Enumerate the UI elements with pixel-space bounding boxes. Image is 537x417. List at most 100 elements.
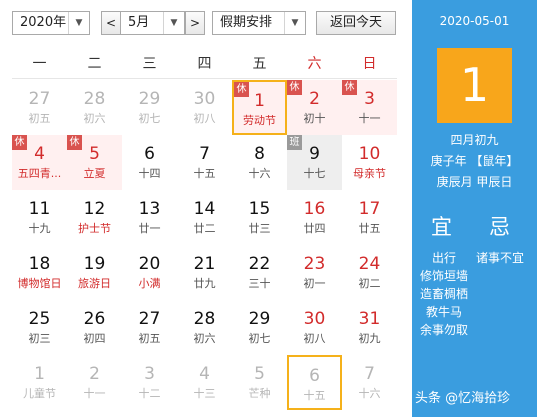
day-number: 19 bbox=[83, 254, 106, 274]
lunar-label: 芒种 bbox=[248, 387, 271, 400]
day-cell[interactable]: 10 母亲节 bbox=[342, 135, 397, 190]
lunar-label: 三十 bbox=[248, 277, 271, 290]
day-cell[interactable]: 18 博物馆日 bbox=[12, 245, 67, 300]
year-select[interactable]: 2020年 ▼ bbox=[12, 11, 90, 35]
day-number: 24 bbox=[358, 254, 381, 274]
lunar-label: 劳动节 bbox=[243, 114, 276, 127]
day-cell[interactable]: 26 初四 bbox=[67, 300, 122, 355]
lunar-label: 十四 bbox=[138, 167, 161, 180]
ji-title: 忌 bbox=[489, 215, 512, 239]
day-cell[interactable]: 14 廿二 bbox=[177, 190, 232, 245]
weekday-label: 四 bbox=[197, 56, 212, 72]
lunar-label: 初九 bbox=[358, 332, 381, 345]
lunar-label: 十六 bbox=[358, 387, 381, 400]
day-cell-selected[interactable]: 6 十五 bbox=[287, 355, 342, 410]
lunar-label: 廿二 bbox=[193, 222, 216, 235]
day-cell[interactable]: 19 旅游日 bbox=[67, 245, 122, 300]
day-cell[interactable]: 7 十六 bbox=[342, 355, 397, 410]
day-cell[interactable]: 休 3 十一 bbox=[342, 80, 397, 135]
day-cell[interactable]: 27 初五 bbox=[12, 80, 67, 135]
day-number: 30 bbox=[193, 89, 216, 109]
lunar-label: 初八 bbox=[303, 332, 326, 345]
day-cell[interactable]: 1 儿童节 bbox=[12, 355, 67, 410]
day-number: 3 bbox=[364, 89, 375, 109]
yi-ji-titles: 宜 忌 bbox=[412, 211, 537, 239]
weekday-label: 六 bbox=[307, 56, 322, 72]
lunar-label: 护士节 bbox=[78, 222, 111, 235]
holiday-select[interactable]: 假期安排 ▼ bbox=[212, 11, 306, 35]
day-cell[interactable]: 13 廿一 bbox=[122, 190, 177, 245]
day-cell[interactable]: 28 初六 bbox=[177, 300, 232, 355]
month-select[interactable]: 5月 ▼ bbox=[121, 11, 185, 35]
lunar-label: 廿三 bbox=[248, 222, 271, 235]
day-cell[interactable]: 23 初一 bbox=[287, 245, 342, 300]
day-number: 2 bbox=[89, 364, 100, 384]
day-cell[interactable]: 11 十九 bbox=[12, 190, 67, 245]
day-number: 29 bbox=[248, 309, 271, 329]
day-number: 4 bbox=[34, 144, 45, 164]
day-cell[interactable]: 27 初五 bbox=[122, 300, 177, 355]
day-cell[interactable]: 20 小满 bbox=[122, 245, 177, 300]
day-cell[interactable]: 休 5 立夏 bbox=[67, 135, 122, 190]
yi-item: 修饰垣墙 bbox=[420, 269, 469, 283]
day-cell[interactable]: 30 初八 bbox=[177, 80, 232, 135]
day-number: 7 bbox=[199, 144, 210, 164]
day-number: 15 bbox=[248, 199, 271, 219]
lunar-label: 初二 bbox=[358, 277, 381, 290]
day-cell[interactable]: 12 护士节 bbox=[67, 190, 122, 245]
day-cell[interactable]: 7 十五 bbox=[177, 135, 232, 190]
year-ganzhi: 庚子年 【鼠年】 bbox=[430, 154, 519, 168]
yi-item: 余事勿取 bbox=[420, 323, 469, 337]
day-number: 25 bbox=[28, 309, 51, 329]
day-detail-panel: 2020-05-01 1 四月初九 庚子年 【鼠年】 庚辰月 甲辰日 宜 忌 出… bbox=[412, 0, 537, 417]
weekday-label: 日 bbox=[362, 56, 377, 72]
day-cell[interactable]: 休 4 五四青... bbox=[12, 135, 67, 190]
lunar-label: 初一 bbox=[303, 277, 326, 290]
chevron-down-icon[interactable]: ▼ bbox=[284, 12, 305, 34]
day-cell[interactable]: 5 芒种 bbox=[232, 355, 287, 410]
watermark-text: 头条 @忆海拾珍 bbox=[415, 391, 511, 406]
day-number: 13 bbox=[138, 199, 161, 219]
day-cell[interactable]: 22 三十 bbox=[232, 245, 287, 300]
return-today-button[interactable]: 返回今天 bbox=[316, 11, 396, 35]
chevron-down-icon[interactable]: ▼ bbox=[163, 12, 184, 34]
day-number: 5 bbox=[89, 144, 100, 164]
day-cell-today[interactable]: 休 1 劳动节 bbox=[232, 80, 287, 135]
day-cell[interactable]: 班 9 十七 bbox=[287, 135, 342, 190]
lunar-label: 廿九 bbox=[193, 277, 216, 290]
lunar-label: 小满 bbox=[138, 277, 161, 290]
prev-month-button[interactable]: < bbox=[101, 11, 121, 35]
day-cell[interactable]: 29 初七 bbox=[122, 80, 177, 135]
day-cell[interactable]: 30 初八 bbox=[287, 300, 342, 355]
day-cell[interactable]: 8 十六 bbox=[232, 135, 287, 190]
chevron-down-icon[interactable]: ▼ bbox=[68, 12, 89, 34]
lunar-label: 廿五 bbox=[358, 222, 381, 235]
year-select-value: 2020年 bbox=[20, 15, 67, 30]
lunar-label: 十二 bbox=[138, 387, 161, 400]
day-cell[interactable]: 31 初九 bbox=[342, 300, 397, 355]
weekday-label: 三 bbox=[142, 56, 157, 72]
day-cell[interactable]: 4 十三 bbox=[177, 355, 232, 410]
day-cell[interactable]: 15 廿三 bbox=[232, 190, 287, 245]
day-cell[interactable]: 28 初六 bbox=[67, 80, 122, 135]
lunar-label: 五四青... bbox=[17, 167, 62, 180]
day-cell[interactable]: 17 廿五 bbox=[342, 190, 397, 245]
day-cell[interactable]: 休 2 初十 bbox=[287, 80, 342, 135]
next-month-button[interactable]: > bbox=[185, 11, 205, 35]
day-number: 12 bbox=[83, 199, 106, 219]
day-cell[interactable]: 3 十二 bbox=[122, 355, 177, 410]
lunar-label: 初十 bbox=[303, 112, 326, 125]
day-cell[interactable]: 24 初二 bbox=[342, 245, 397, 300]
lunar-label: 旅游日 bbox=[78, 277, 111, 290]
day-number: 8 bbox=[254, 144, 265, 164]
month-select-value: 5月 bbox=[128, 15, 150, 30]
day-cell[interactable]: 29 初七 bbox=[232, 300, 287, 355]
day-cell[interactable]: 25 初三 bbox=[12, 300, 67, 355]
day-cell[interactable]: 16 廿四 bbox=[287, 190, 342, 245]
day-cell[interactable]: 21 廿九 bbox=[177, 245, 232, 300]
day-number: 22 bbox=[248, 254, 271, 274]
lunar-label: 十五 bbox=[193, 167, 216, 180]
lunar-label: 廿四 bbox=[303, 222, 326, 235]
day-cell[interactable]: 2 十一 bbox=[67, 355, 122, 410]
day-cell[interactable]: 6 十四 bbox=[122, 135, 177, 190]
